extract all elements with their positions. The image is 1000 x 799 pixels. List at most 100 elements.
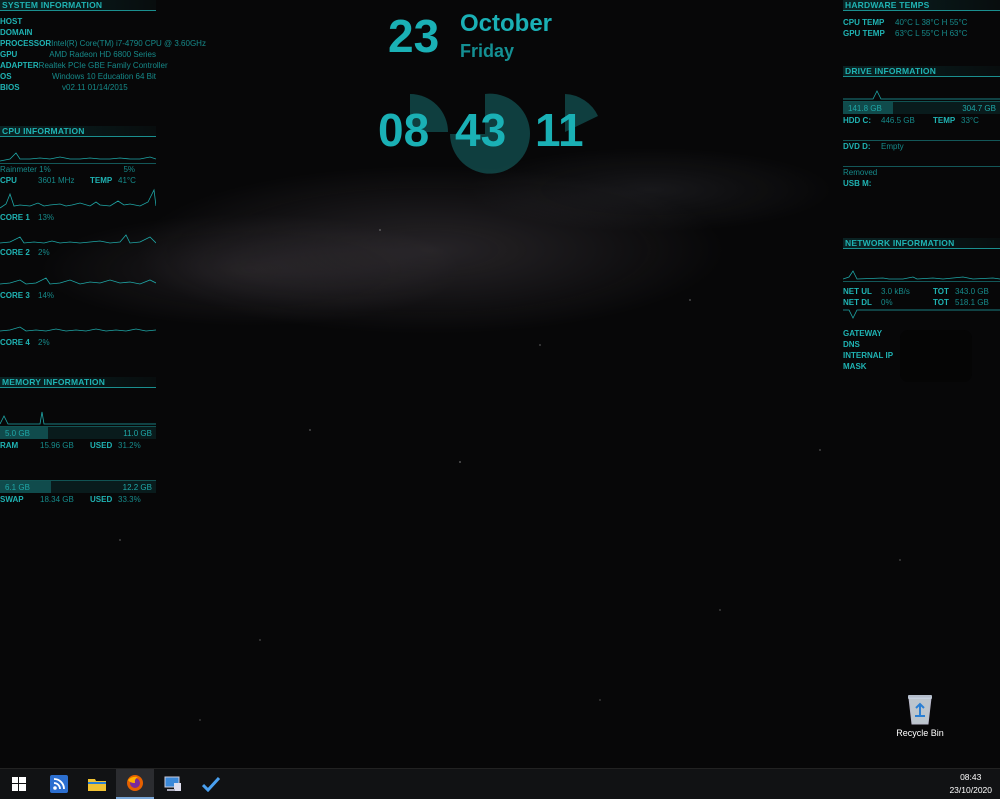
drive-c-used: 141.8 GB — [848, 104, 882, 113]
dns-key: DNS — [843, 340, 860, 349]
rainmeter-row: Rainmeter 1% 5% — [0, 164, 135, 175]
core4-key: CORE 4 — [0, 338, 30, 347]
memory-info-panel: MEMORY INFORMATION 5.0 GB 11.0 GB RAM 15.… — [0, 377, 156, 505]
usb-status: Removed — [843, 168, 878, 177]
usb-status-row: Removed — [843, 167, 1000, 178]
os-row: OS Windows 10 Education 64 Bit — [0, 71, 156, 82]
swap-used-value: 33.3% — [118, 495, 141, 504]
hdd-temp-value: 33°C — [961, 116, 979, 125]
usb-row: USB M: — [843, 178, 1000, 189]
folder-icon — [88, 779, 106, 791]
network-info-header: NETWORK INFORMATION — [843, 238, 1000, 249]
os-key: OS — [0, 72, 12, 81]
date-day: 23 — [388, 10, 440, 62]
swap-total-amount: 12.2 GB — [122, 483, 152, 492]
core2-key: CORE 2 — [0, 248, 30, 257]
taskbar-time: 08:43 — [960, 772, 982, 782]
recycle-bin[interactable]: Recycle Bin — [894, 692, 946, 738]
net-dl-key: NET DL — [843, 298, 872, 307]
domain-key: DOMAIN — [0, 28, 33, 37]
hw-cpu-temp-key: CPU TEMP — [843, 18, 885, 27]
ram-graph — [0, 411, 156, 425]
taskbar-clock[interactable]: 08:43 23/10/2020 — [949, 771, 992, 797]
date-month: October — [460, 10, 553, 37]
hardware-temps-header: HARDWARE TEMPS — [843, 0, 1000, 11]
net-dl-tot-key: TOT — [933, 298, 949, 307]
clock-hours: 08 — [378, 104, 430, 156]
memory-info-header: MEMORY INFORMATION — [0, 377, 156, 388]
hdd-temp-key: TEMP — [933, 116, 956, 125]
processor-value: Intel(R) Core(TM) i7-4790 CPU @ 3.60GHz — [51, 39, 206, 48]
taskbar: 08:43 23/10/2020 — [0, 768, 1000, 799]
core1-key: CORE 1 — [0, 213, 30, 222]
taskbar-rss-app[interactable] — [40, 769, 78, 799]
system-info-header: SYSTEM INFORMATION — [0, 0, 156, 11]
internal-ip-key: INTERNAL IP — [843, 351, 894, 360]
hdd-c-key: HDD C: — [843, 116, 871, 125]
net-ul-value: 3.0 kB/s — [881, 287, 910, 296]
core1-value: 13% — [38, 213, 55, 222]
net-dl-row: NET DL 0% TOT 518.1 GB — [843, 297, 1000, 308]
net-dl-graph — [843, 309, 1000, 319]
gpu-value: AMD Radeon HD 6800 Series — [49, 50, 156, 59]
drive-info-header: DRIVE INFORMATION — [843, 66, 1000, 77]
core3-row: CORE 3 14% — [0, 290, 156, 301]
taskbar-firefox[interactable] — [116, 769, 154, 799]
domain-row: DOMAIN — [0, 27, 156, 38]
mask-key: MASK — [843, 362, 867, 371]
core4-value: 2% — [38, 338, 50, 347]
swap-used-amount: 6.1 GB — [5, 483, 30, 492]
redacted-network-values — [900, 330, 972, 382]
net-ul-graph — [843, 270, 1000, 280]
taskbar-file-explorer[interactable] — [78, 769, 116, 799]
system-info-panel: SYSTEM INFORMATION HOST DOMAIN PROCESSOR… — [0, 0, 206, 93]
net-dl-value: 0% — [881, 298, 893, 307]
rss-icon — [50, 775, 68, 793]
host-key: HOST — [0, 17, 23, 26]
core3-graph — [0, 277, 156, 285]
net-ul-tot-value: 343.0 GB — [955, 287, 989, 296]
taskbar-todo-app[interactable] — [192, 769, 230, 799]
cpu-value: 3601 MHz — [38, 176, 75, 185]
ram-used-value: 31.2% — [118, 441, 141, 450]
gpu-row: GPU AMD Radeon HD 6800 Series — [0, 49, 156, 60]
bios-row: BIOS v02.11 01/14/2015 — [0, 82, 156, 93]
drive-c-bar: 141.8 GB 304.7 GB — [843, 101, 1000, 114]
rainmeter-label: Rainmeter 1% — [0, 165, 51, 174]
start-button[interactable] — [0, 769, 38, 799]
net-ul-row: NET UL 3.0 kB/s TOT 343.0 GB — [843, 286, 1000, 297]
gpu-key: GPU — [0, 50, 18, 59]
processor-row: PROCESSOR Intel(R) Core(TM) i7-4790 CPU @… — [0, 38, 206, 49]
cpu-info-header: CPU INFORMATION — [0, 126, 156, 137]
core1-graph — [0, 188, 156, 209]
ram-used-amount: 5.0 GB — [5, 429, 30, 438]
firefox-icon — [127, 775, 143, 791]
ram-bar: 5.0 GB 11.0 GB — [0, 426, 156, 439]
os-value: Windows 10 Education 64 Bit — [51, 72, 156, 81]
drive-info-panel: DRIVE INFORMATION 141.8 GB 304.7 GB HDD … — [843, 66, 1000, 189]
cpu-info-panel: CPU INFORMATION Rainmeter 1% 5% CPU 3601 M… — [0, 126, 156, 348]
bios-key: BIOS — [0, 83, 20, 92]
core4-row: CORE 4 2% — [0, 337, 156, 348]
dvd-row: DVD D: Empty — [843, 141, 1000, 152]
ram-key: RAM — [0, 441, 19, 450]
core4-graph — [0, 326, 156, 332]
hw-cpu-temp-value: 40°C L 38°C H 55°C — [895, 18, 968, 27]
dvd-value: Empty — [881, 142, 904, 151]
gateway-key: GATEWAY — [843, 329, 883, 338]
swap-used-key: USED — [90, 495, 113, 504]
recycle-bin-icon — [908, 695, 932, 725]
usb-key: USB M: — [843, 179, 872, 188]
ram-row: RAM 15.96 GB USED 31.2% — [0, 440, 156, 451]
ram-total-amount: 11.0 GB — [123, 429, 152, 438]
ram-used-key: USED — [90, 441, 113, 450]
net-ul-sep — [843, 281, 1000, 282]
adapter-value: Realtek PCIe GBE Family Controller — [38, 61, 168, 70]
core2-graph — [0, 234, 156, 244]
date-weekday: Friday — [460, 41, 515, 61]
swap-bar: 6.1 GB 12.2 GB — [0, 480, 156, 493]
dvd-key: DVD D: — [843, 142, 871, 151]
taskbar-computer-app[interactable] — [154, 769, 192, 799]
hw-gpu-temp-value: 63°C L 55°C H 63°C — [895, 29, 968, 38]
host-row: HOST — [0, 16, 156, 27]
